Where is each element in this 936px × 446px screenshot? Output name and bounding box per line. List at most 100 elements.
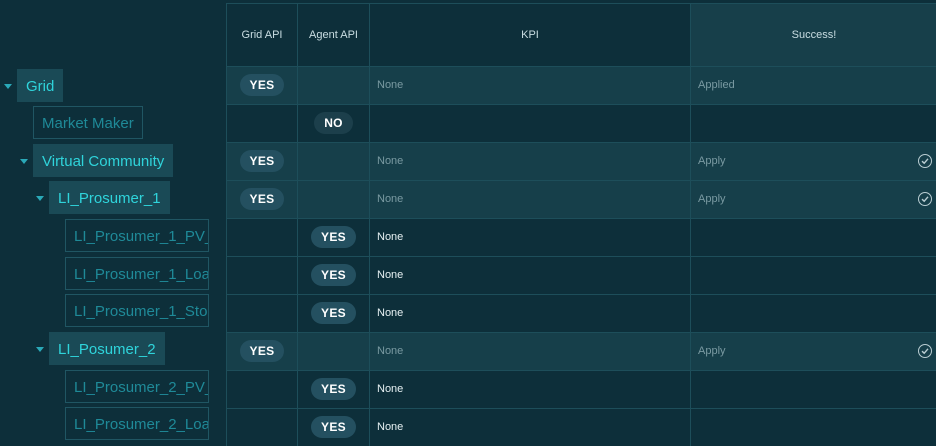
cell-grid-api xyxy=(227,219,298,256)
cell-success[interactable]: Apply xyxy=(691,181,936,218)
check-circle-icon[interactable] xyxy=(918,192,932,206)
tree-node-market-maker[interactable]: Market Maker xyxy=(33,106,143,139)
caret-down-icon[interactable] xyxy=(4,84,12,89)
caret-down-icon[interactable] xyxy=(20,159,28,164)
tree-node-li-prosumer-2-pv-1[interactable]: LI_Prosumer_2_PV_1 xyxy=(65,370,209,403)
cell-kpi: None xyxy=(370,295,691,332)
tree-row-li-prosumer-1-storage: LI_Prosumer_1_Storag xyxy=(0,293,226,329)
grid-api-toggle[interactable]: YES xyxy=(239,74,285,96)
kpi-value: None xyxy=(377,155,404,167)
kpi-value: None xyxy=(377,269,404,281)
table-row[interactable]: YES None Apply xyxy=(227,181,936,219)
tree-row-market-maker: Market Maker xyxy=(0,105,226,141)
tree-node-li-prosumer-1-pv-1[interactable]: LI_Prosumer_1_PV_1 xyxy=(65,219,209,252)
cell-kpi: None xyxy=(370,67,691,104)
grid-api-toggle[interactable]: YES xyxy=(239,188,285,210)
tree-node-li-prosumer-1-load[interactable]: LI_Prosumer_1_Load_ xyxy=(65,257,209,290)
cell-kpi: None xyxy=(370,409,691,446)
cell-success xyxy=(691,409,936,446)
cell-grid-api xyxy=(227,257,298,294)
check-circle-icon[interactable] xyxy=(918,154,932,168)
tree-node-li-prosumer-1-storage[interactable]: LI_Prosumer_1_Storag xyxy=(65,294,209,327)
tree-node-li-prosumer-2-load[interactable]: LI_Prosumer_2_Load_ xyxy=(65,407,209,440)
table-row[interactable]: YES None xyxy=(227,295,936,333)
table-row[interactable]: YES None Apply xyxy=(227,333,936,371)
cell-agent-api: YES xyxy=(298,371,370,408)
tree-row-li-prosumer-2-load: LI_Prosumer_2_Load_ xyxy=(0,406,226,442)
column-header-kpi[interactable]: KPI xyxy=(370,4,691,67)
tree-node-li-posumer-2[interactable]: LI_Posumer_2 xyxy=(49,332,165,365)
cell-agent-api xyxy=(298,333,370,370)
tree-node-grid[interactable]: Grid xyxy=(17,69,64,102)
tree-row-grid: Grid xyxy=(0,68,226,104)
agent-api-toggle[interactable]: YES xyxy=(311,416,356,438)
grid-api-toggle[interactable]: YES xyxy=(239,150,285,172)
cell-success xyxy=(691,257,936,294)
table-row[interactable]: YES None xyxy=(227,371,936,409)
kpi-value: None xyxy=(377,193,404,205)
grid-api-toggle[interactable]: YES xyxy=(239,340,285,362)
tree-row-li-prosumer-1-pv-1: LI_Prosumer_1_PV_1 xyxy=(0,218,226,254)
table-row[interactable]: YES None xyxy=(227,409,936,446)
success-status: Apply xyxy=(698,193,726,205)
tree-row-li-prosumer-1: LI_Prosumer_1 xyxy=(0,180,226,216)
cell-grid-api xyxy=(227,295,298,332)
tree-node-virtual-community[interactable]: Virtual Community xyxy=(33,144,174,177)
agent-api-toggle[interactable]: YES xyxy=(311,302,356,324)
check-circle-icon[interactable] xyxy=(918,344,932,358)
cell-agent-api: YES xyxy=(298,409,370,446)
kpi-value: None xyxy=(377,421,404,433)
cell-grid-api: YES xyxy=(227,67,298,104)
entity-tree: Grid Market Maker Virtual Community LI_P… xyxy=(0,0,226,446)
agent-api-toggle[interactable]: NO xyxy=(314,112,353,134)
cell-agent-api xyxy=(298,67,370,104)
cell-success xyxy=(691,105,936,142)
table-row[interactable]: YES None Apply xyxy=(227,143,936,181)
cell-grid-api: YES xyxy=(227,333,298,370)
cell-grid-api xyxy=(227,371,298,408)
cell-kpi xyxy=(370,105,691,142)
cell-grid-api: YES xyxy=(227,181,298,218)
agent-api-toggle[interactable]: YES xyxy=(311,378,356,400)
cell-grid-api xyxy=(227,105,298,142)
app-root: Grid Market Maker Virtual Community LI_P… xyxy=(0,0,936,446)
cell-grid-api: YES xyxy=(227,143,298,180)
cell-success xyxy=(691,295,936,332)
column-header-success[interactable]: Success! xyxy=(691,4,936,67)
tree-row-li-posumer-2: LI_Posumer_2 xyxy=(0,331,226,367)
cell-agent-api xyxy=(298,143,370,180)
cell-grid-api xyxy=(227,409,298,446)
column-header-agent-api[interactable]: Agent API xyxy=(298,4,370,67)
success-status: Applied xyxy=(698,79,735,91)
caret-down-icon[interactable] xyxy=(36,196,44,201)
table-header: Grid API Agent API KPI Success! xyxy=(227,4,936,67)
cell-kpi: None xyxy=(370,371,691,408)
tree-node-li-prosumer-1[interactable]: LI_Prosumer_1 xyxy=(49,181,170,214)
table-row[interactable]: YES None Applied xyxy=(227,67,936,105)
kpi-value: None xyxy=(377,383,404,395)
table-row[interactable]: YES None xyxy=(227,219,936,257)
caret-down-icon[interactable] xyxy=(36,347,44,352)
agent-api-toggle[interactable]: YES xyxy=(311,226,356,248)
tree-row-li-prosumer-1-load: LI_Prosumer_1_Load_ xyxy=(0,256,226,292)
tree-row-virtual-community: Virtual Community xyxy=(0,143,226,179)
cell-kpi: None xyxy=(370,333,691,370)
cell-agent-api: YES xyxy=(298,257,370,294)
cell-success xyxy=(691,371,936,408)
column-header-grid-api[interactable]: Grid API xyxy=(227,4,298,67)
cell-success[interactable]: Apply xyxy=(691,333,936,370)
table-row[interactable]: YES None xyxy=(227,257,936,295)
cell-agent-api: YES xyxy=(298,219,370,256)
success-status: Apply xyxy=(698,155,726,167)
cell-kpi: None xyxy=(370,143,691,180)
cell-success[interactable]: Apply xyxy=(691,143,936,180)
cell-agent-api: NO xyxy=(298,105,370,142)
table-row[interactable]: NO xyxy=(227,105,936,143)
cell-kpi: None xyxy=(370,257,691,294)
agent-api-toggle[interactable]: YES xyxy=(311,264,356,286)
success-status: Apply xyxy=(698,345,726,357)
tree-row-li-prosumer-2-pv-1: LI_Prosumer_2_PV_1 xyxy=(0,369,226,405)
cell-kpi: None xyxy=(370,181,691,218)
kpi-value: None xyxy=(377,345,404,357)
cell-agent-api: YES xyxy=(298,295,370,332)
